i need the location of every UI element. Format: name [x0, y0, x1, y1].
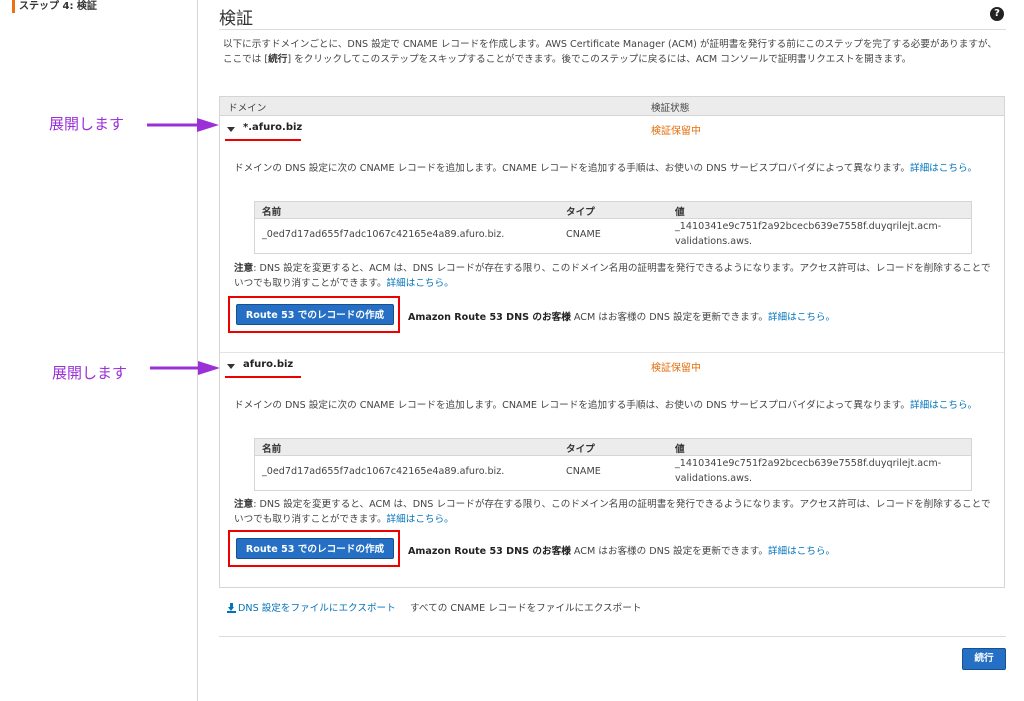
caret-down-icon[interactable]	[227, 127, 235, 132]
details-link[interactable]: 詳細はこちら。	[910, 163, 977, 174]
record-value-line1: _1410341e9c751f2a92bcecb639e7558f.duyqri…	[675, 221, 942, 232]
domain-table-header: ドメイン 検証状態	[220, 97, 1004, 116]
domain-table: ドメイン 検証状態 *.afuro.biz 検証保留中 ドメインの DNS 設定…	[219, 96, 1005, 588]
record-value-line2: validations.aws.	[675, 473, 753, 484]
caret-down-icon[interactable]	[227, 364, 235, 369]
route53-details-link[interactable]: 詳細はこちら。	[768, 312, 835, 323]
annotation-arrow-2-icon	[150, 361, 220, 375]
download-icon	[227, 603, 236, 613]
record-value-line2: validations.aws.	[675, 236, 753, 247]
note-details-link[interactable]: 詳細はこちら。	[387, 278, 454, 289]
route53-info: Amazon Route 53 DNS のお客様 ACM はお客様の DNS 設…	[408, 546, 836, 557]
annotation-arrow-1-icon	[147, 118, 219, 132]
wizard-sidebar: ステップ 4: 検証	[0, 0, 198, 701]
button-highlight-box: Route 53 でのレコードの作成	[228, 530, 400, 567]
create-route53-record-button[interactable]: Route 53 でのレコードの作成	[236, 304, 394, 325]
help-icon[interactable]: ?	[990, 7, 1004, 21]
export-dns-link[interactable]: DNS 設定をファイルにエクスポート	[227, 600, 396, 614]
record-name: _0ed7d17ad655f7adc1067c42165e4a89.afuro.…	[262, 229, 505, 240]
record-col-type: タイプ	[566, 207, 595, 218]
domain-row-toggle[interactable]: *.afuro.biz 検証保留中	[220, 116, 1004, 142]
col-domain-header: ドメイン	[228, 103, 267, 114]
create-route53-record-button[interactable]: Route 53 でのレコードの作成	[236, 538, 394, 559]
record-col-value: 値	[675, 444, 685, 455]
domain-row-toggle[interactable]: afuro.biz 検証保留中	[220, 353, 1004, 379]
record-col-value: 値	[675, 207, 685, 218]
route53-details-link[interactable]: 詳細はこちら。	[768, 546, 835, 557]
record-type: CNAME	[566, 466, 601, 477]
cname-record-table: 名前 タイプ 値 _0ed7d17ad655f7adc1067c42165e4a…	[254, 201, 972, 254]
col-status-header: 検証状態	[651, 103, 690, 114]
annotation-expand-2: 展開します	[52, 364, 128, 382]
cname-instructions: ドメインの DNS 設定に次の CNAME レコードを追加します。CNAME レ…	[234, 400, 978, 411]
annotation-expand-1: 展開します	[49, 115, 125, 133]
footer-divider	[219, 636, 1006, 637]
record-table-header: 名前 タイプ 値	[255, 439, 971, 456]
highlight-underline	[225, 376, 301, 378]
dns-note: 注意: DNS 設定を変更すると、ACM は、DNS レコードが存在する限り、こ…	[234, 263, 991, 289]
note-details-link[interactable]: 詳細はこちら。	[387, 514, 454, 525]
page-description: 以下に示すドメインごとに、DNS 設定で CNAME レコードを作成します。AW…	[223, 39, 997, 65]
domain-row: *.afuro.biz 検証保留中 ドメインの DNS 設定に次の CNAME …	[220, 116, 1004, 352]
main-content: 検証 ? 以下に示すドメインごとに、DNS 設定で CNAME レコードを作成し…	[219, 0, 1006, 701]
continue-button[interactable]: 続行	[962, 648, 1006, 670]
cname-record-table: 名前 タイプ 値 _0ed7d17ad655f7adc1067c42165e4a…	[254, 438, 972, 491]
title-divider	[219, 29, 1006, 30]
record-col-name: 名前	[262, 207, 282, 218]
domain-row: afuro.biz 検証保留中 ドメインの DNS 設定に次の CNAME レコ…	[220, 353, 1004, 587]
cname-instructions: ドメインの DNS 設定に次の CNAME レコードを追加します。CNAME レ…	[234, 163, 978, 174]
record-type: CNAME	[566, 229, 601, 240]
validation-status: 検証保留中	[651, 363, 701, 374]
export-cname-text: すべての CNAME レコードをファイルにエクスポート	[410, 603, 642, 614]
record-col-name: 名前	[262, 444, 282, 455]
record-name: _0ed7d17ad655f7adc1067c42165e4a89.afuro.…	[262, 466, 505, 477]
sidebar-step-verify[interactable]: ステップ 4: 検証	[12, 0, 97, 13]
domain-name: *.afuro.biz	[243, 122, 303, 133]
domain-name: afuro.biz	[243, 359, 294, 370]
button-highlight-box: Route 53 でのレコードの作成	[228, 296, 400, 333]
details-link[interactable]: 詳細はこちら。	[910, 400, 977, 411]
record-col-type: タイプ	[566, 444, 595, 455]
validation-status: 検証保留中	[651, 126, 701, 137]
highlight-underline	[225, 139, 301, 141]
page-title: 検証	[219, 9, 253, 29]
route53-info: Amazon Route 53 DNS のお客様 ACM はお客様の DNS 設…	[408, 312, 836, 323]
record-value-line1: _1410341e9c751f2a92bcecb639e7558f.duyqri…	[675, 458, 942, 469]
dns-note: 注意: DNS 設定を変更すると、ACM は、DNS レコードが存在する限り、こ…	[234, 499, 991, 525]
record-table-header: 名前 タイプ 値	[255, 202, 971, 219]
